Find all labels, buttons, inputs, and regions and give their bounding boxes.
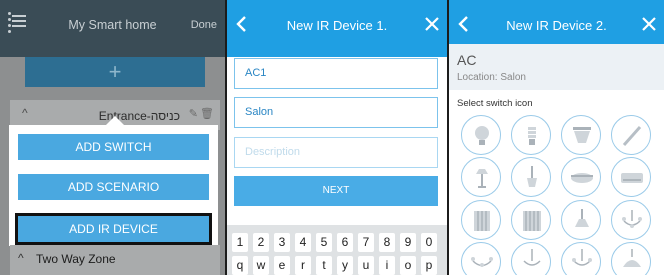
- key-7[interactable]: 7: [358, 233, 374, 252]
- pendant-lamp-icon[interactable]: [511, 157, 551, 197]
- step1-header: New IR Device 1.: [227, 0, 447, 57]
- next-button[interactable]: NEXT: [234, 176, 438, 206]
- zone-name: Two Way Zone: [36, 252, 116, 266]
- add-ir-device-button[interactable]: ADD IR DEVICE: [15, 213, 212, 245]
- key-w[interactable]: w: [253, 256, 269, 275]
- light-tube-icon[interactable]: [611, 115, 651, 155]
- key-i[interactable]: i: [379, 256, 395, 275]
- key-6[interactable]: 6: [337, 233, 353, 252]
- trash-icon[interactable]: 🗑: [200, 107, 214, 120]
- ac-unit-icon[interactable]: [611, 157, 651, 197]
- device-name: AC: [457, 52, 477, 68]
- step2-title: New IR Device 2.: [506, 18, 607, 33]
- shutter-icon[interactable]: [511, 200, 551, 240]
- step1-title: New IR Device 1.: [286, 18, 388, 33]
- close-icon[interactable]: [423, 13, 441, 35]
- done-button[interactable]: Done: [191, 19, 217, 31]
- curtain-icon[interactable]: [461, 200, 501, 240]
- device-name-input[interactable]: AC1: [234, 58, 438, 89]
- key-t[interactable]: t: [316, 256, 332, 275]
- chevron-up-icon[interactable]: ^: [18, 251, 24, 265]
- key-y[interactable]: y: [337, 256, 353, 275]
- edit-icon[interactable]: ✎: [189, 107, 198, 120]
- key-9[interactable]: 9: [400, 233, 416, 252]
- key-p[interactable]: p: [421, 256, 437, 275]
- location-value: Salon: [500, 72, 526, 83]
- chandelier-3-icon[interactable]: [511, 242, 551, 275]
- add-room-button[interactable]: +: [25, 57, 205, 87]
- add-scenario-button[interactable]: ADD SCENARIO: [18, 174, 209, 200]
- downlight-icon[interactable]: [561, 115, 601, 155]
- home-header: My Smart home Done: [0, 0, 225, 57]
- floor-lamp-icon[interactable]: [461, 157, 501, 197]
- add-menu-popup: ADD SWITCH ADD SCENARIO ADD IR DEVICE: [9, 116, 218, 246]
- key-o[interactable]: o: [400, 256, 416, 275]
- key-4[interactable]: 4: [295, 233, 311, 252]
- key-1[interactable]: 1: [232, 233, 248, 252]
- device-summary: AC Location: Salon: [449, 44, 664, 90]
- dome-lamp-icon[interactable]: [611, 242, 651, 275]
- table-lamp-icon[interactable]: [561, 200, 601, 240]
- key-3[interactable]: 3: [274, 233, 290, 252]
- on-screen-keyboard: 1 2 3 4 5 6 7 8 9 0 q w e r t y u i o p: [227, 225, 447, 275]
- chandelier-4-icon[interactable]: [561, 242, 601, 275]
- key-5[interactable]: 5: [316, 233, 332, 252]
- key-r[interactable]: r: [295, 256, 311, 275]
- key-0[interactable]: 0: [421, 233, 437, 252]
- home-screen: My Smart home Done + ^ Entrance-כניסה ✎ …: [0, 0, 225, 275]
- add-switch-button[interactable]: ADD SWITCH: [18, 134, 209, 160]
- close-icon[interactable]: [640, 13, 658, 35]
- key-e[interactable]: e: [274, 256, 290, 275]
- key-8[interactable]: 8: [379, 233, 395, 252]
- key-u[interactable]: u: [358, 256, 374, 275]
- zone-row[interactable]: ^ Two Way Zone: [10, 245, 220, 275]
- key-2[interactable]: 2: [253, 233, 269, 252]
- ceiling-light-icon[interactable]: [561, 157, 601, 197]
- location-label: Location:: [457, 72, 498, 83]
- location-input[interactable]: Salon: [234, 97, 438, 128]
- select-icon-label: Select switch icon: [457, 98, 533, 109]
- description-input[interactable]: Description: [234, 137, 438, 168]
- screens: My Smart home Done + ^ Entrance-כניסה ✎ …: [0, 0, 664, 275]
- new-ir-device-step2: New IR Device 2. AC Location: Salon Sele…: [449, 0, 664, 275]
- key-q[interactable]: q: [232, 256, 248, 275]
- device-location: Location: Salon: [457, 72, 526, 83]
- chevron-up-icon[interactable]: ^: [22, 106, 28, 120]
- cfl-bulb-icon[interactable]: [511, 115, 551, 155]
- step2-header: New IR Device 2.: [449, 0, 664, 44]
- new-ir-device-step1: New IR Device 1. AC1 Salon Description N…: [227, 0, 447, 275]
- bulb-icon[interactable]: [461, 115, 501, 155]
- chandelier-2-icon[interactable]: [461, 242, 501, 275]
- chandelier-icon[interactable]: [611, 200, 651, 240]
